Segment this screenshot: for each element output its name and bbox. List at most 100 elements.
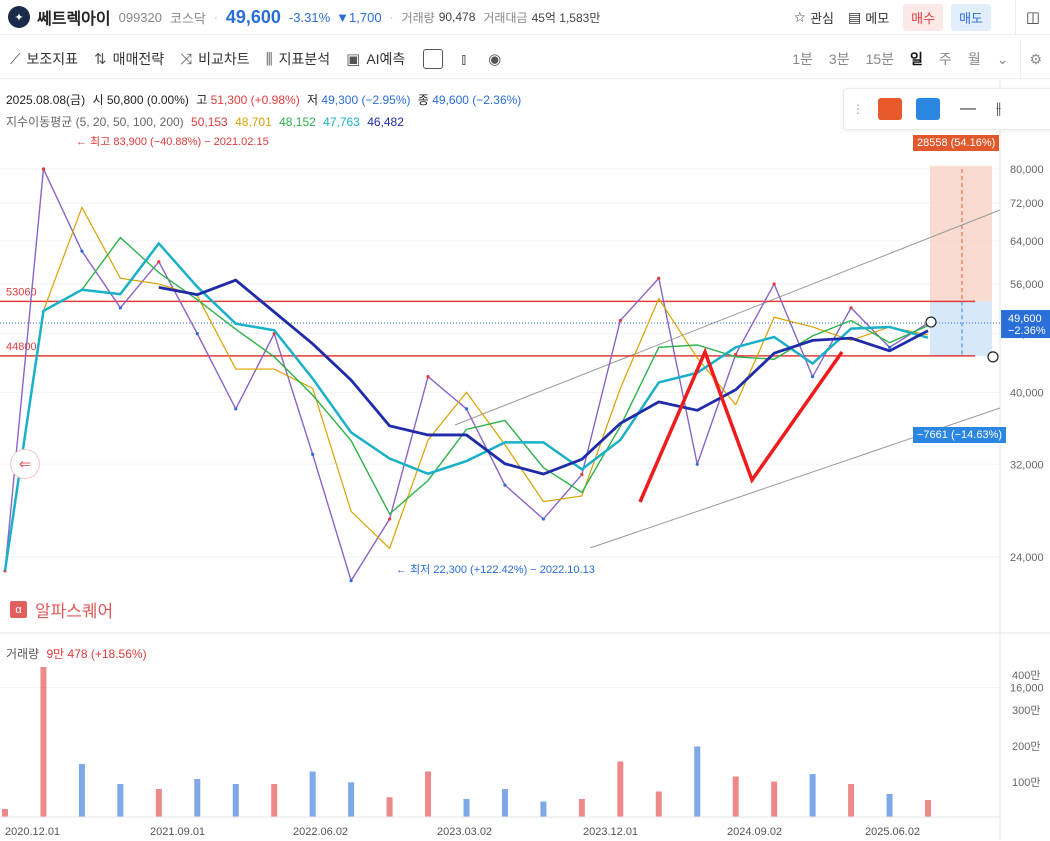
timeframe-15m[interactable]: 15분 <box>866 49 894 69</box>
ai-chip-icon: ▣ <box>346 51 361 68</box>
volume-bar <box>194 779 201 817</box>
volume-tick-label: 400만 <box>1012 669 1040 682</box>
price-point <box>426 375 430 379</box>
strategy-label: 매매전략 <box>112 51 165 67</box>
measure-up-label: 28558 (54.16%) <box>913 135 1000 151</box>
open-label: 시 <box>92 93 104 107</box>
price-point <box>541 517 546 521</box>
alpha-logo-icon: α <box>10 601 27 618</box>
chevron-down-icon[interactable]: ⌄ <box>997 51 1009 68</box>
timeframe-1m[interactable]: 1분 <box>792 49 813 69</box>
memo-label: 메모 <box>865 10 890 26</box>
timeframe-week[interactable]: 주 <box>939 49 952 69</box>
price-chart[interactable]: 80,00072,00064,00056,00048,00040,00032,0… <box>0 80 1050 840</box>
drag-handle-icon[interactable]: ⋮ <box>852 102 864 116</box>
volume-tick-label: 300만 <box>1012 704 1040 717</box>
analysis-button[interactable]: ⫼ 지표분석 <box>266 49 330 69</box>
price-point <box>734 352 738 357</box>
y-tick-label: 24,000 <box>1010 552 1044 564</box>
candlestick-icon: ⫾ <box>461 50 467 68</box>
volume-bar <box>78 764 85 817</box>
volume-bar <box>617 761 624 817</box>
timeframe-day[interactable]: 일 <box>910 49 923 69</box>
volume-panel-value: 9만 478 (+18.56%) <box>46 647 147 661</box>
drawing-style-panel: ⋮ — ⫲ <box>843 88 1050 130</box>
candle-type-button[interactable]: ⫾ <box>461 51 472 68</box>
chart-type-square-icon[interactable] <box>423 49 444 69</box>
volume-bar <box>809 774 816 817</box>
ma-label: 지수이동평균 <box>6 115 73 129</box>
price-point <box>849 306 853 310</box>
timeframe-3m[interactable]: 3분 <box>829 49 850 69</box>
watchlist-button[interactable]: ☆ 관심 <box>794 8 834 27</box>
market-label: 코스닥 <box>170 10 206 26</box>
line-color-swatch[interactable] <box>916 98 940 120</box>
price-point <box>41 167 46 171</box>
ma-periods: (5, 20, 50, 100, 200) <box>75 115 184 129</box>
compare-button[interactable]: ⤨ 비교차트 <box>180 49 250 69</box>
low-value: 49,300 (−2.95%) <box>321 93 411 107</box>
alphasquare-watermark: α 알파스퀘어 <box>10 597 113 622</box>
side-panel-toggle-icon[interactable]: ◫ <box>1015 0 1050 34</box>
volume-bar <box>40 667 47 817</box>
memo-button[interactable]: ▤ 메모 <box>848 8 889 27</box>
ma-info: 지수이동평균 (5, 20, 50, 100, 200) 50,153 48,7… <box>6 113 404 130</box>
last-pct-text: −2.36% <box>1008 325 1046 337</box>
memo-icon: ▤ <box>848 8 862 25</box>
volume-bar <box>886 794 893 817</box>
volume-bar <box>232 784 239 817</box>
volume-bar <box>848 784 855 817</box>
volume-bar <box>117 784 124 817</box>
price-point <box>811 375 815 379</box>
analysis-label: 지표분석 <box>278 51 331 67</box>
indicator-label: 보조지표 <box>26 51 79 67</box>
volume-bar <box>309 771 316 817</box>
measure-down-label: −7661 (−14.63%) <box>913 427 1007 443</box>
moving-average-line <box>4 236 929 571</box>
ma5-value: 50,153 <box>191 115 228 129</box>
volume-bar <box>501 789 508 817</box>
line-style-icon[interactable]: — <box>960 100 976 118</box>
price-point <box>234 407 238 411</box>
x-tick-label: 2021.09.01 <box>150 826 205 838</box>
star-icon: ☆ <box>793 8 807 25</box>
x-tick-label: 2020.12.01 <box>5 826 60 838</box>
price-point <box>387 517 392 521</box>
ohlc-info: 2025.08.08(금) 시 50,800 (0.00%) 고 51,300 … <box>6 91 521 108</box>
volume-bar <box>771 781 778 817</box>
trade-value: 45억 1,583만 <box>531 10 601 25</box>
strategy-button[interactable]: ⇅ 매매전략 <box>94 49 164 69</box>
sell-button[interactable]: 매도 <box>951 3 991 31</box>
fill-color-swatch[interactable] <box>878 98 902 120</box>
level-lower-label: 44800 <box>6 341 37 353</box>
volume-panel-label: 거래량 <box>6 647 40 661</box>
volume-bar <box>425 771 432 817</box>
compare-label: 비교차트 <box>198 51 250 67</box>
price-point <box>157 260 161 264</box>
buy-button[interactable]: 매수 <box>903 3 944 31</box>
timeframe-month[interactable]: 월 <box>968 49 981 69</box>
x-tick-label: 2022.06.02 <box>293 826 348 838</box>
volume-bar <box>694 746 701 817</box>
volume-bar <box>386 797 393 817</box>
scroll-back-icon[interactable]: ⇐ <box>10 449 40 479</box>
ma100-value: 47,763 <box>323 115 360 129</box>
adjust-sliders-icon[interactable]: ⫲ <box>996 100 1001 118</box>
price-point <box>503 483 507 487</box>
info-date: 2025.08.08(금) <box>6 93 86 107</box>
price-point <box>195 332 199 336</box>
settings-gear-icon[interactable]: ⚙ <box>1029 51 1042 68</box>
all-time-high-note: ← 최고 83,900 (−40.88%) − 2021.02.15 <box>76 135 269 148</box>
price-line <box>4 166 929 583</box>
y-tick-label: 80,000 <box>1010 164 1044 176</box>
price-point <box>618 318 622 323</box>
screenshot-button[interactable]: ◉ <box>488 50 507 68</box>
indicator-button[interactable]: ⟋ 보조지표 <box>10 49 78 69</box>
price-point <box>772 282 776 286</box>
volume-panel-title: 거래량 9만 478 (+18.56%) <box>6 645 147 662</box>
candles-icon: ⫼ <box>265 50 273 68</box>
price-point <box>887 345 892 349</box>
ai-predict-button[interactable]: ▣ AI예측 <box>346 49 405 69</box>
current-price: 49,600 <box>225 6 281 27</box>
ma200-value: 46,482 <box>367 115 404 129</box>
